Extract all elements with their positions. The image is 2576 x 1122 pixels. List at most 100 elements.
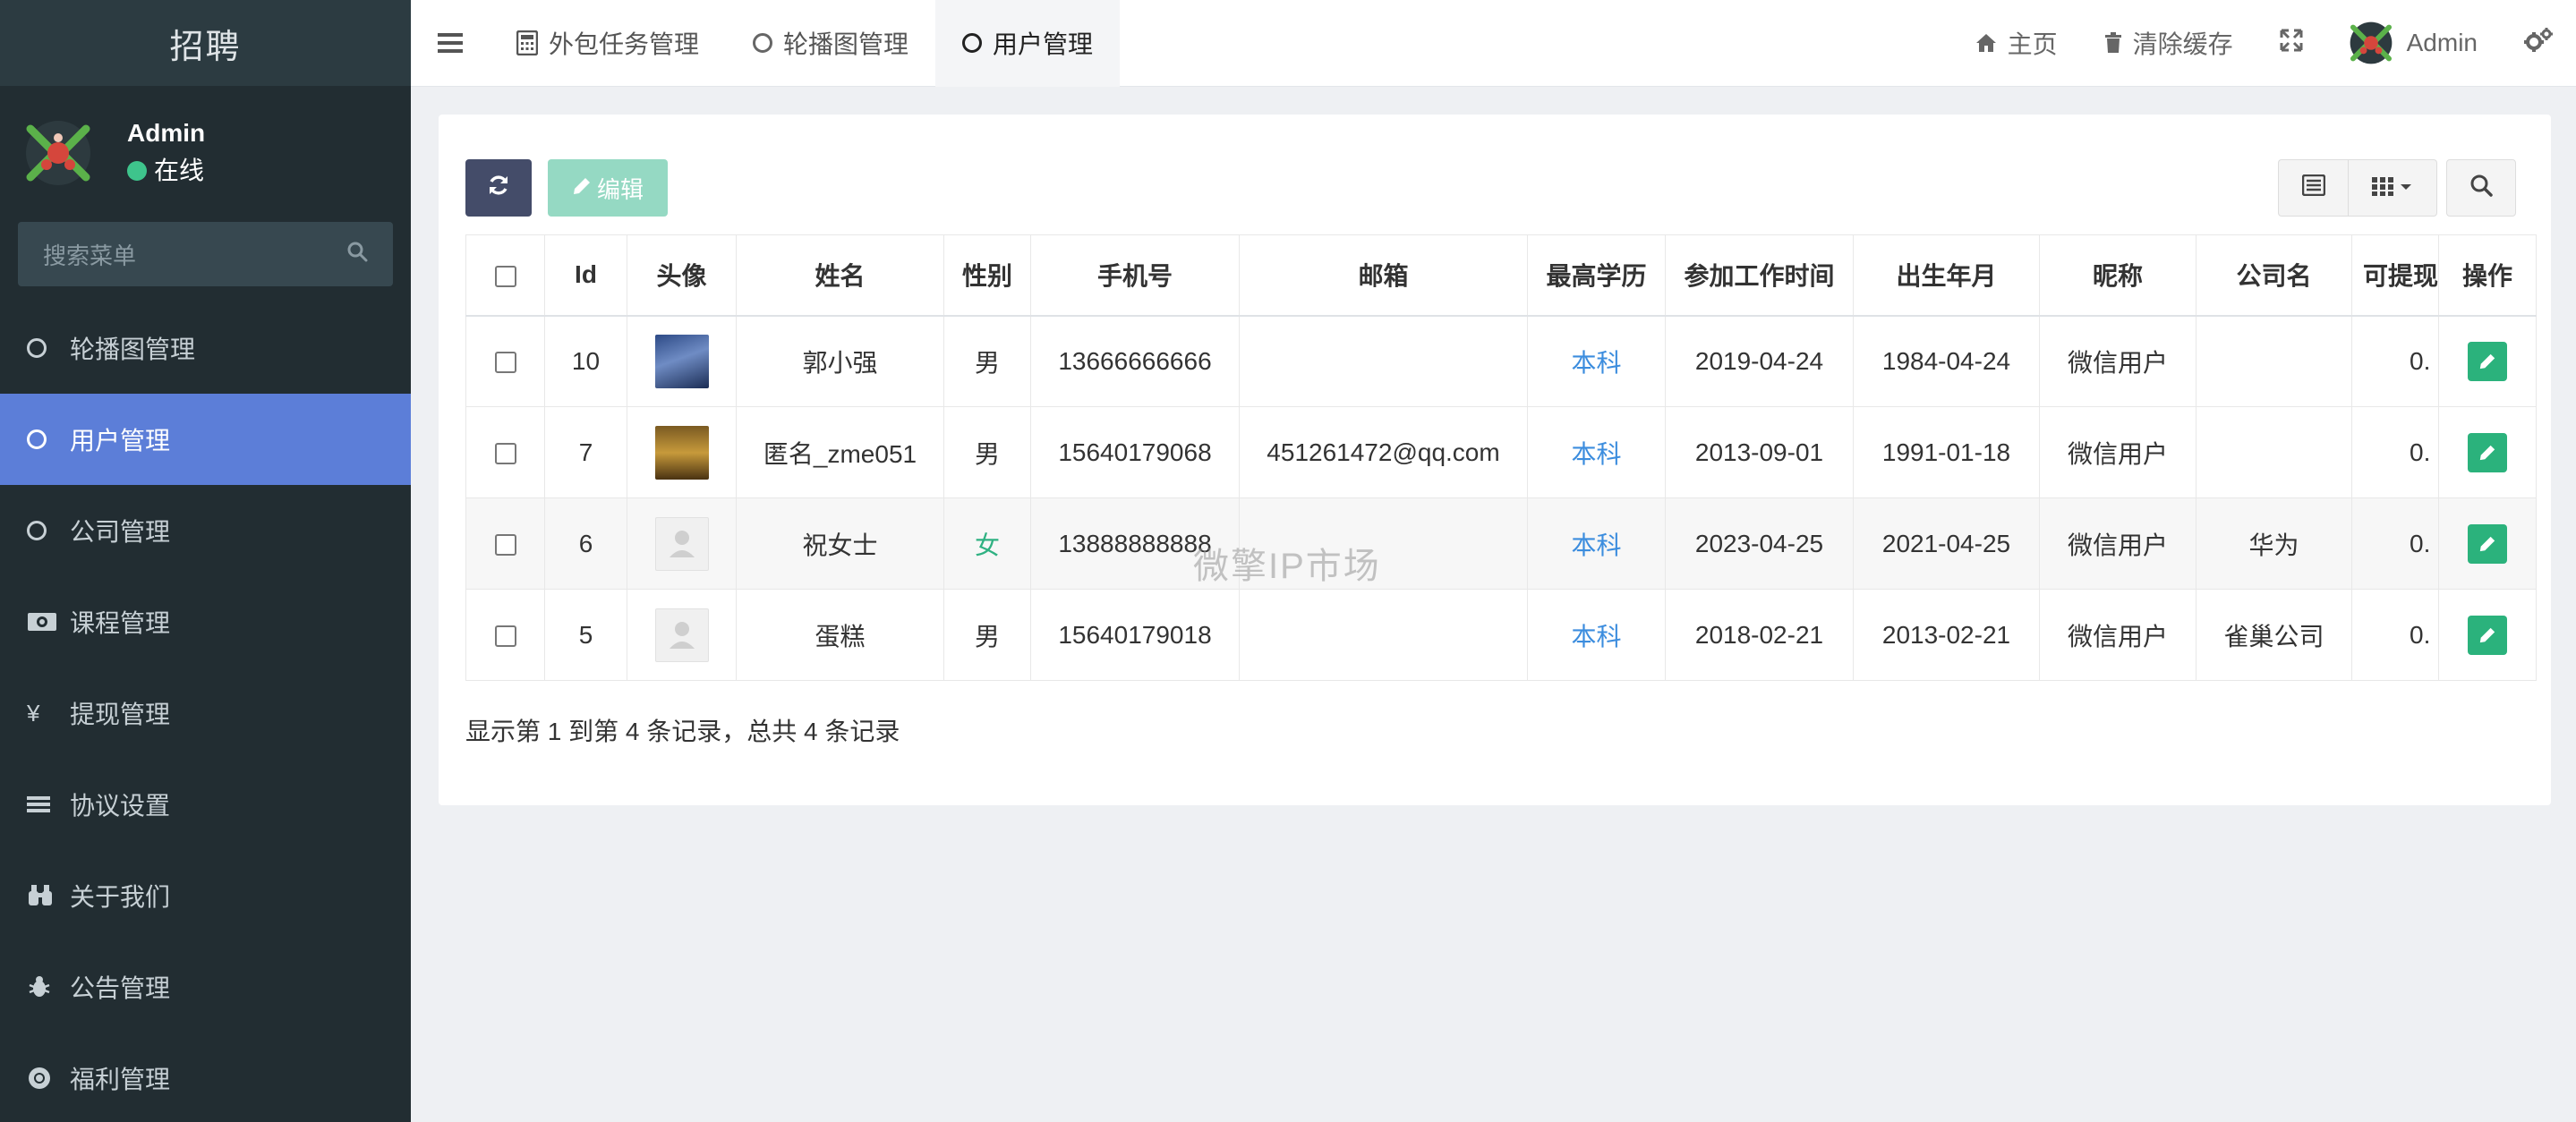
row-edit-button[interactable] (2468, 615, 2508, 655)
search-icon[interactable] (346, 241, 368, 268)
edit-button[interactable]: 编辑 (548, 159, 668, 217)
sidebar-item-withdraw[interactable]: ¥ 提现管理 (0, 667, 411, 759)
sidebar-item-courses[interactable]: 课程管理 (0, 576, 411, 667)
table-search-button[interactable] (2446, 159, 2516, 217)
cell-name: 郭小强 (736, 315, 944, 407)
col-header: 操作 (2438, 234, 2538, 317)
cell-name: 蛋糕 (736, 589, 944, 681)
grid-icon (2372, 174, 2413, 202)
sidebar-item-banner[interactable]: 轮播图管理 (0, 302, 411, 394)
sidebar-toggle-button[interactable] (411, 0, 490, 87)
avatar-thumbnail[interactable] (654, 334, 709, 388)
bug-icon (27, 974, 57, 999)
sidebar-item-label: 公告管理 (70, 974, 171, 1002)
cell-email (1239, 589, 1528, 681)
default-avatar-thumbnail[interactable] (654, 608, 709, 662)
columns-dropdown-button[interactable] (2348, 159, 2437, 217)
brand-logo[interactable]: 招聘 (0, 0, 411, 86)
col-header[interactable]: 可提现 (2350, 234, 2440, 317)
cell-phone: 13666666666 (1030, 315, 1240, 407)
cell-gender: 女 (943, 497, 1031, 590)
tab-banner[interactable]: 轮播图管理 (726, 0, 935, 87)
cell-work-date: 2019-04-24 (1665, 315, 1854, 407)
row-edit-button[interactable] (2468, 523, 2508, 564)
col-header[interactable]: 参加工作时间 (1665, 234, 1854, 317)
sidebar-item-notices[interactable]: 公告管理 (0, 941, 411, 1033)
cell-avatar[interactable] (627, 406, 737, 498)
col-header[interactable]: 邮箱 (1239, 234, 1528, 317)
row-checkbox[interactable] (465, 406, 545, 498)
edit-button-label: 编辑 (596, 175, 644, 203)
cell-education-link[interactable]: 本科 (1527, 589, 1666, 681)
tab-label: 用户管理 (993, 30, 1094, 58)
cell-nickname: 微信用户 (2039, 497, 2196, 590)
cell-name: 祝女士 (736, 497, 944, 590)
sidebar-item-users[interactable]: 用户管理 (0, 394, 411, 485)
default-avatar-thumbnail[interactable] (654, 516, 709, 571)
cell-birth: 2021-04-25 (1853, 497, 2040, 590)
toggle-view-button[interactable] (2278, 159, 2348, 217)
sidebar-item-label: 课程管理 (70, 609, 171, 637)
admin-user-menu[interactable]: Admin (2326, 0, 2501, 87)
col-header[interactable]: 手机号 (1030, 234, 1240, 317)
cell-email (1239, 315, 1528, 407)
cell-education-link[interactable]: 本科 (1527, 315, 1666, 407)
sidebar-item-welfare[interactable]: 福利管理 (0, 1033, 411, 1122)
cell-withdraw: 0. (2350, 315, 2440, 407)
yen-icon: ¥ (27, 699, 40, 727)
settings-button[interactable] (2501, 0, 2576, 87)
sidebar-item-companies[interactable]: 公司管理 (0, 485, 411, 576)
circle-icon (27, 429, 57, 449)
col-header[interactable]: 公司名 (2196, 234, 2352, 317)
cell-avatar[interactable] (627, 589, 737, 681)
cell-avatar[interactable] (627, 497, 737, 590)
row-edit-button[interactable] (2468, 432, 2508, 472)
cell-work-date: 2023-04-25 (1665, 497, 1854, 590)
cell-gender: 男 (943, 315, 1031, 407)
col-header[interactable]: 性别 (943, 234, 1031, 317)
sidebar-menu: 轮播图管理 用户管理 公司管理 课程管理 ¥ 提现管理 协议设置 关于我们 公告… (0, 302, 411, 1122)
sidebar-item-agreement[interactable]: 协议设置 (0, 759, 411, 850)
row-edit-button[interactable] (2468, 341, 2508, 381)
table-header-row: Id 头像 姓名 性别 手机号 邮箱 最高学历 参加工作时间 出生年月 昵称 公… (465, 234, 2538, 317)
chrome-icon (27, 1066, 57, 1091)
col-header[interactable]: 昵称 (2039, 234, 2196, 317)
row-checkbox[interactable] (465, 589, 545, 681)
sidebar-search-input[interactable]: 搜索菜单 (18, 222, 393, 286)
pencil-icon (2479, 353, 2495, 369)
home-link[interactable]: 主页 (1952, 0, 2081, 87)
cell-avatar[interactable] (627, 315, 737, 407)
sidebar-item-label: 公司管理 (70, 518, 171, 546)
avatar (25, 120, 91, 186)
pagination-info: 显示第 1 到第 4 条记录，总共 4 条记录 (465, 718, 900, 745)
avatar-thumbnail[interactable] (654, 425, 709, 480)
home-label: 主页 (2007, 30, 2058, 58)
refresh-button[interactable] (465, 159, 532, 217)
table-row[interactable]: 10 郭小强 男 13666666666 本科 2019-04-24 1984-… (465, 315, 2538, 407)
cell-email: 451261472@qq.com (1239, 406, 1528, 498)
cell-company: 雀巢公司 (2196, 589, 2352, 681)
table-row[interactable]: 5 蛋糕 男 15640179018 本科 2018-02-21 2013-02… (465, 589, 2538, 681)
cell-education-link[interactable]: 本科 (1527, 497, 1666, 590)
users-table: Id 头像 姓名 性别 手机号 邮箱 最高学历 参加工作时间 出生年月 昵称 公… (465, 234, 2538, 681)
select-all-checkbox[interactable] (465, 234, 545, 317)
clear-cache-button[interactable]: 清除缓存 (2081, 0, 2256, 87)
cell-birth: 1984-04-24 (1853, 315, 2040, 407)
col-header[interactable]: 出生年月 (1853, 234, 2040, 317)
col-header[interactable]: 姓名 (736, 234, 944, 317)
circle-icon (753, 33, 773, 53)
table-row[interactable]: 7 匿名_zme051 男 15640179068 451261472@qq.c… (465, 406, 2538, 498)
user-panel: Admin 在线 (0, 86, 411, 220)
cell-withdraw: 0. (2350, 406, 2440, 498)
sidebar-item-about[interactable]: 关于我们 (0, 850, 411, 941)
col-header[interactable]: 最高学历 (1527, 234, 1666, 317)
row-checkbox[interactable] (465, 315, 545, 407)
col-header[interactable]: Id (544, 234, 627, 317)
tab-users[interactable]: 用户管理 (935, 0, 1121, 87)
table-row[interactable]: 6 祝女士 女 13888888888 本科 2023-04-25 2021-0… (465, 497, 2538, 590)
row-checkbox[interactable] (465, 497, 545, 590)
tab-outsource-tasks[interactable]: 外包任务管理 (490, 0, 726, 87)
watermark: 微擎IP市场 (1193, 547, 1381, 586)
fullscreen-button[interactable] (2256, 0, 2326, 87)
cell-education-link[interactable]: 本科 (1527, 406, 1666, 498)
